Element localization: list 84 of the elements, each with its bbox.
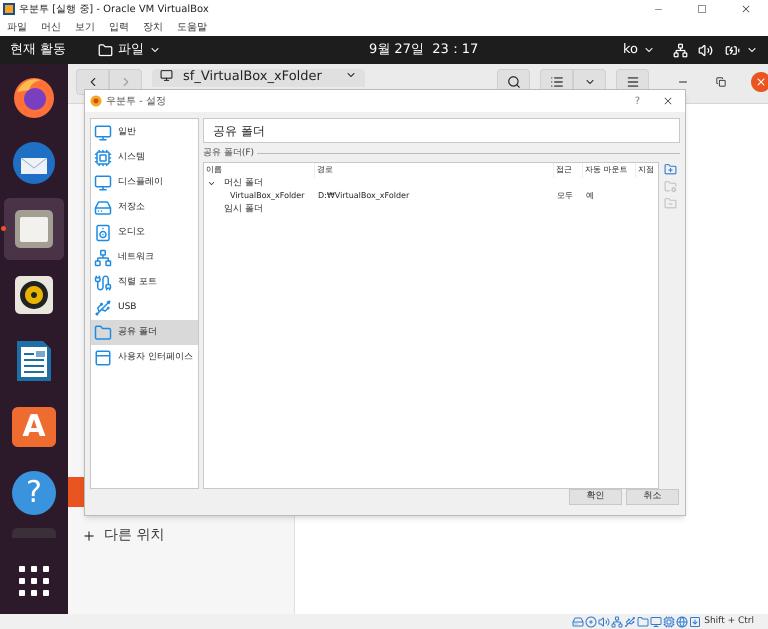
menu-item[interactable]: 파일: [7, 20, 27, 34]
monitor-icon[interactable]: [650, 616, 662, 628]
column-header[interactable]: 자동 마운트: [583, 162, 636, 178]
tree-item[interactable]: 임시 폴더: [224, 202, 263, 216]
host-key-label: Shift + Ctrl: [704, 614, 754, 628]
list-icon: [550, 75, 564, 89]
close-icon: [662, 95, 674, 107]
globe-icon[interactable]: [676, 616, 688, 628]
network-icon: [94, 248, 112, 266]
restore-icon: [716, 77, 726, 87]
ok-button[interactable]: 확인: [569, 489, 622, 505]
category-item[interactable]: 공유 폴더: [91, 320, 198, 345]
column-header[interactable]: 경로: [315, 162, 554, 178]
help-button[interactable]: ?: [634, 94, 640, 108]
category-item[interactable]: 디스플레이: [91, 170, 198, 195]
cancel-button[interactable]: 취소: [626, 489, 679, 505]
table-cell: VirtualBox_xFolder: [230, 190, 304, 200]
speaker-icon: [94, 224, 112, 242]
category-item[interactable]: 오디오: [91, 220, 198, 245]
table-cell: 모두: [557, 190, 573, 200]
activities-button[interactable]: 현재 활동: [10, 40, 66, 60]
category-item[interactable]: 일반: [91, 120, 198, 145]
app-grid-icon: [19, 566, 49, 596]
monitor-icon: [160, 69, 173, 82]
speaker-icon[interactable]: [598, 616, 610, 628]
input-source-menu[interactable]: ko: [622, 40, 655, 60]
menu-icon: [626, 75, 640, 89]
dock-item[interactable]: [4, 198, 64, 260]
usb-icon: [94, 298, 112, 316]
store-bag-icon: A: [12, 407, 56, 447]
folder-icon[interactable]: [637, 616, 650, 628]
menu-item[interactable]: 장치: [143, 20, 163, 34]
arrow-down-icon[interactable]: [689, 616, 702, 628]
group-label: 공유 폴더(F): [203, 147, 254, 160]
table-cell: 예: [586, 190, 594, 200]
gear-icon: [90, 95, 102, 107]
monitor-icon: [94, 174, 112, 192]
document-icon: [15, 339, 53, 383]
help-icon: ?: [12, 471, 56, 515]
column-header[interactable]: 이름: [204, 162, 315, 178]
close-icon: [740, 3, 752, 15]
close-icon: [755, 76, 767, 88]
bird-envelope-icon: [11, 140, 57, 186]
monitor-icon: [94, 124, 112, 142]
category-item[interactable]: USB: [91, 295, 198, 320]
window-icon: [94, 348, 112, 366]
menu-item[interactable]: 보기: [75, 20, 95, 34]
folder-icon: [98, 42, 114, 58]
category-item[interactable]: 사용자 인터페이스: [91, 345, 198, 370]
folder-icon: [14, 209, 54, 249]
category-item[interactable]: 직렬 포트: [91, 270, 198, 295]
volume-icon[interactable]: [698, 42, 713, 58]
folder-icon: [94, 324, 112, 342]
chip-icon: [94, 148, 112, 166]
disc-icon[interactable]: [585, 616, 598, 628]
plus-icon: [82, 528, 96, 542]
search-icon: [506, 75, 520, 89]
running-indicator: [1, 226, 6, 231]
clock[interactable]: 9월 27일 23：17: [369, 40, 478, 60]
column-header[interactable]: 지점: [636, 162, 658, 178]
menu-item[interactable]: 머신: [41, 20, 61, 34]
dialog-title: 우분투 - 설정: [106, 94, 166, 108]
page-title: 공유 폴더: [203, 118, 680, 143]
column-header[interactable]: 접근: [554, 162, 583, 178]
network-icon[interactable]: [673, 42, 688, 58]
app-menu[interactable]: 파일: [98, 40, 162, 60]
category-item[interactable]: 저장소: [91, 195, 198, 220]
tree-item[interactable]: 머신 폴더: [224, 176, 263, 190]
menu-item[interactable]: 입력: [109, 20, 129, 34]
add-folder-icon[interactable]: [664, 162, 677, 176]
chip-icon[interactable]: [663, 616, 676, 628]
category-item[interactable]: 네트워크: [91, 245, 198, 270]
menu-item[interactable]: 도움말: [177, 20, 207, 34]
window-title: 우분투 [실행 중] - Oracle VM VirtualBox: [19, 2, 209, 16]
category-item[interactable]: 시스템: [91, 145, 198, 170]
path-bar[interactable]: sf_VirtualBox_xFolder: [152, 69, 365, 87]
speaker-icon: [14, 275, 54, 315]
cable-icon: [94, 274, 112, 292]
app-icon: [3, 3, 15, 15]
usb-icon[interactable]: [624, 616, 636, 628]
maximize-icon: [697, 4, 707, 14]
close-button[interactable]: [662, 95, 674, 107]
table-cell: D:₩VirtualBox_xFolder: [318, 190, 410, 200]
sidebar-item[interactable]: 다른 위치: [82, 525, 294, 546]
